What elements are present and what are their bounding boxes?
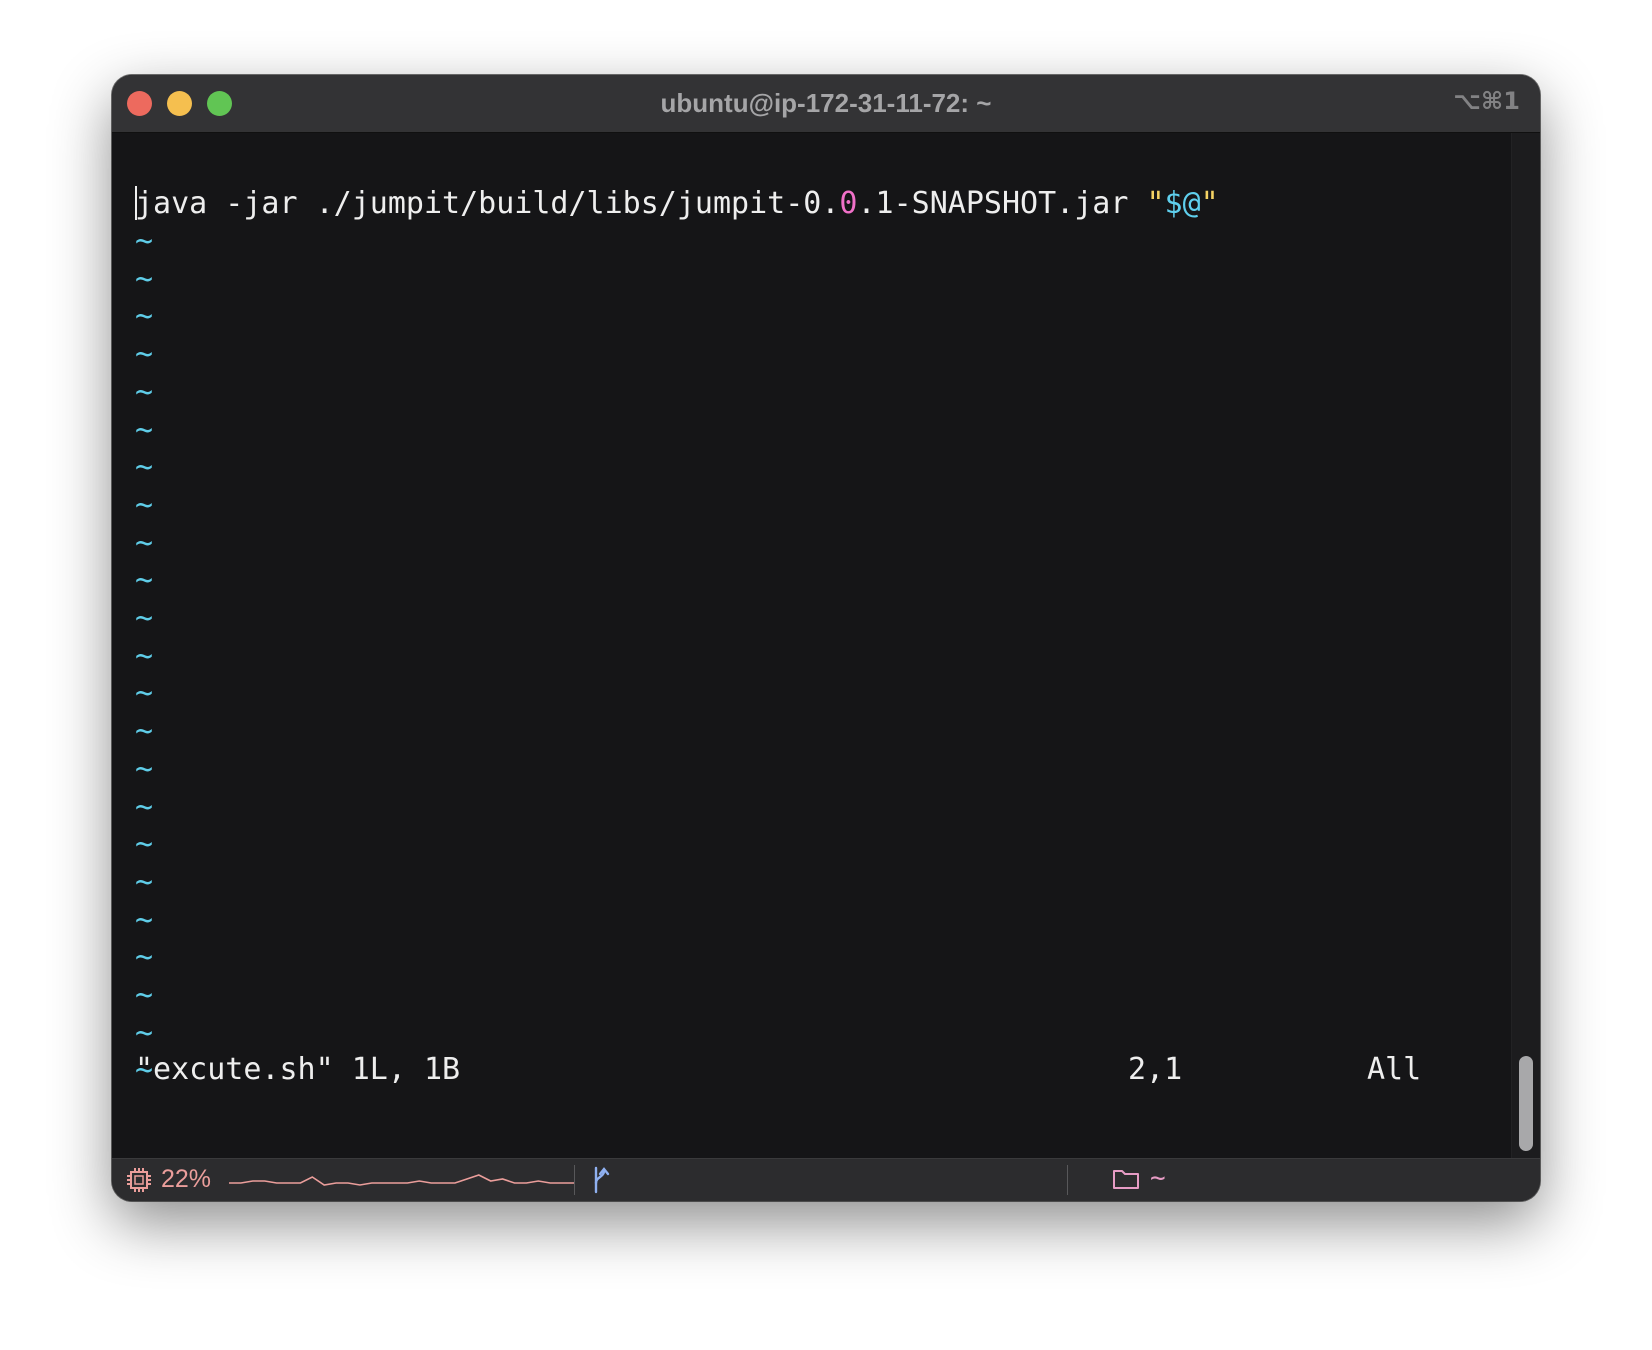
terminal-window: ubuntu@ip-172-31-11-72: ~ ⌥⌘1 java -jar … [112, 75, 1540, 1201]
version-digit: 0 [839, 186, 858, 221]
string-close-quote: " [1200, 186, 1219, 221]
empty-line-marker: ~ [135, 789, 154, 825]
scroll-position: All [1367, 1052, 1422, 1087]
folder-icon [1113, 1170, 1139, 1189]
git-branch-icon [594, 1166, 610, 1194]
empty-line-marker: ~ [135, 450, 154, 486]
status-bar: 22% ~ [112, 1158, 1540, 1201]
status-separator [1067, 1165, 1068, 1195]
empty-line-marker: ~ [135, 638, 154, 674]
empty-line-marker: ~ [135, 902, 154, 938]
empty-line-marker: ~ [135, 374, 154, 410]
args-variable: $@ [1164, 186, 1201, 221]
empty-line-marker: ~ [135, 864, 154, 900]
empty-line-marker: ~ [135, 261, 154, 297]
command-text: java -jar ./jumpit/build/libs/jumpit-0. [135, 186, 840, 221]
empty-line-marker: ~ [135, 751, 154, 787]
scrollbar-thumb[interactable] [1519, 1056, 1533, 1151]
empty-line-marker: ~ [135, 1015, 154, 1051]
window-shortcut: ⌥⌘1 [1453, 87, 1520, 115]
empty-line-marker: ~ [135, 978, 154, 1013]
empty-line-marker: ~ [135, 299, 154, 335]
empty-line-marker: ~ [135, 337, 154, 373]
editor-line-1: java -jar ./jumpit/build/libs/jumpit-0.0… [135, 185, 1219, 223]
cpu-sparkline-path [229, 1174, 574, 1186]
empty-line-marker: ~ [135, 224, 154, 259]
empty-line-marker: ~ [135, 487, 154, 523]
empty-line-marker: ~ [135, 676, 154, 712]
window-title: ubuntu@ip-172-31-11-72: ~ [660, 88, 992, 118]
title-bar[interactable]: ubuntu@ip-172-31-11-72: ~ ⌥⌘1 [112, 75, 1540, 133]
empty-line-marker: ~ [135, 827, 154, 863]
current-directory: ~ [1150, 1163, 1166, 1193]
empty-line-marker: ~ [135, 412, 154, 448]
scrollbar[interactable] [1511, 133, 1540, 1159]
string-open-quote: " [1146, 186, 1165, 221]
status-separator [574, 1165, 575, 1195]
cpu-percentage: 22% [161, 1165, 212, 1193]
command-text-tail: .1-SNAPSHOT.jar [857, 186, 1147, 221]
cpu-sparkline [229, 1174, 574, 1186]
empty-line-marker: ~ [135, 714, 154, 750]
terminal-content[interactable]: java -jar ./jumpit/build/libs/jumpit-0.0… [112, 133, 1540, 1159]
empty-line-marker: ~ [135, 601, 154, 636]
cpu-icon [127, 1168, 151, 1192]
empty-line-marker: ~ [135, 940, 154, 976]
empty-line-marker: ~ [135, 563, 154, 599]
file-info-message: "excute.sh" 1L, 1B [135, 1052, 461, 1087]
empty-line-marker: ~ [135, 525, 154, 561]
cursor-position: 2,1 [1128, 1052, 1183, 1087]
